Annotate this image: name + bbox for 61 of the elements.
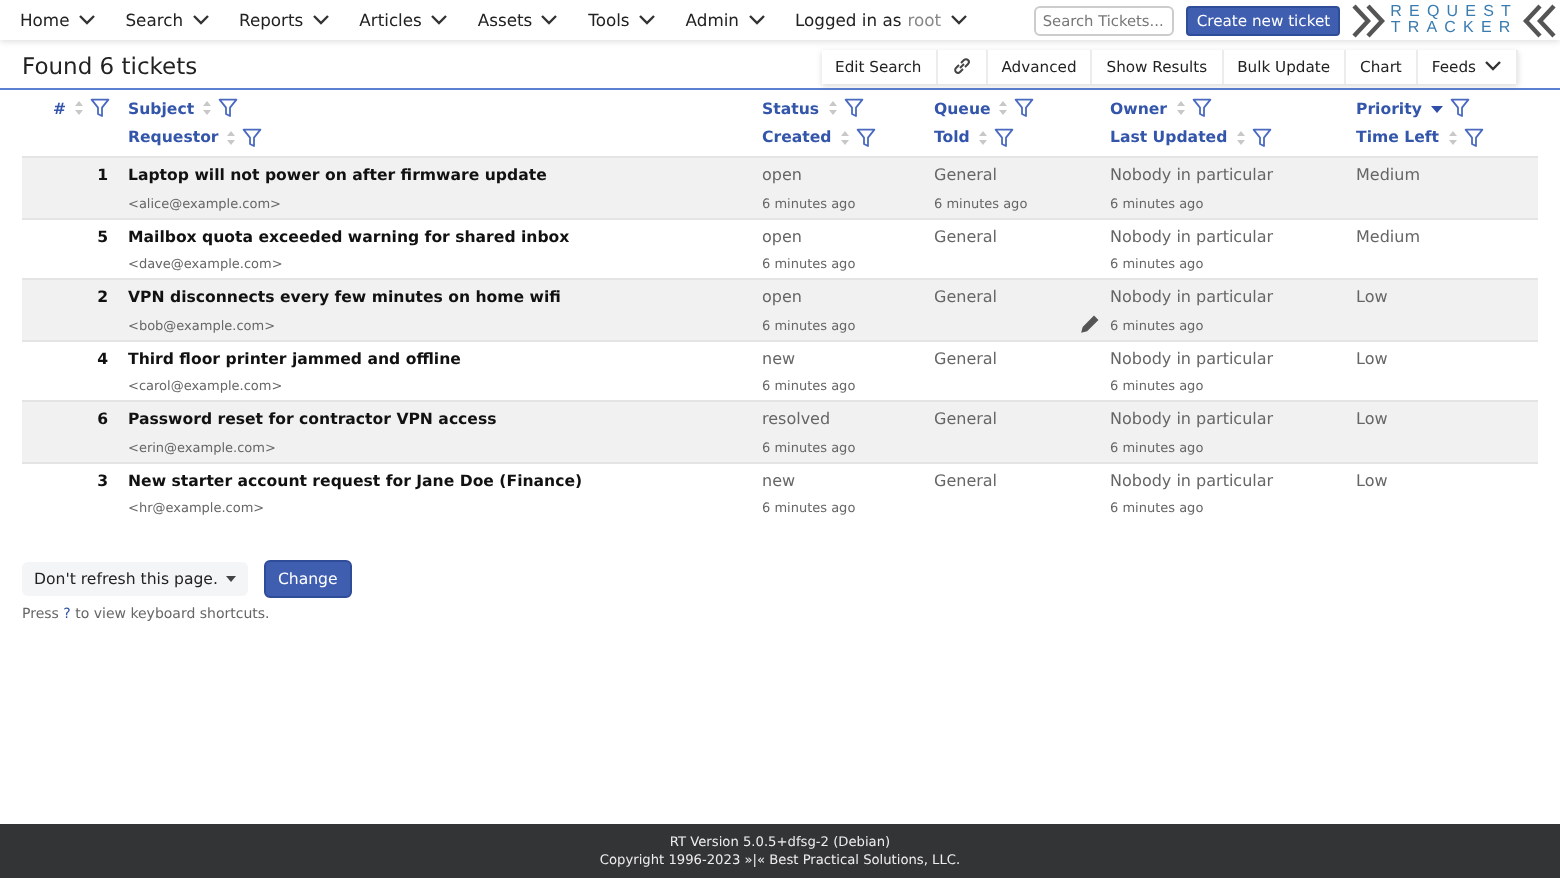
filter-icon[interactable] [1251,127,1272,148]
menu-item[interactable]: Home [20,10,96,30]
priority-text: Medium [1356,227,1420,245]
chevron-down-icon [429,14,448,26]
menu-item[interactable]: Reports [239,10,330,30]
status-text: new [762,349,796,367]
queue-text: General [934,471,998,489]
menu-item[interactable]: Assets [477,10,559,30]
status-text: open [762,166,802,184]
status-text: resolved [762,410,831,428]
sort-descending-icon[interactable] [1429,103,1444,114]
chevrons-left-icon [1522,3,1556,37]
chevron-down-icon [1484,60,1502,72]
status-text: new [762,471,796,489]
chevron-down-icon [637,14,656,26]
page-title: Found 6 tickets [22,52,198,80]
owner-text: Nobody in particular [1110,166,1274,184]
owner-text: Nobody in particular [1110,288,1274,306]
queue-text: General [934,349,998,367]
chevron-down-icon [949,14,967,26]
link-button[interactable] [937,49,988,83]
menu-item[interactable]: Articles [359,10,448,30]
owner-text: Nobody in particular [1110,471,1274,489]
priority-text: Low [1356,410,1388,428]
menu-item[interactable]: Admin [685,10,765,30]
menu-item[interactable]: Tools [588,10,656,30]
status-text: open [762,288,802,306]
filter-icon[interactable] [855,127,876,148]
queue-text: General [934,410,998,428]
priority-text: Low [1356,288,1388,306]
filter-icon[interactable] [1463,127,1483,148]
link-icon [951,56,972,76]
chevron-down-icon [311,14,330,26]
queue-text: General [934,166,998,184]
owner-text: Nobody in particular [1110,410,1274,428]
menu-item[interactable]: Search [125,10,210,30]
filter-icon[interactable] [843,98,864,119]
owner-text: Nobody in particular [1110,349,1274,367]
chevron-down-icon [77,14,96,26]
filter-icon[interactable] [242,127,263,148]
chevron-down-icon [191,14,210,26]
filter-icon[interactable] [993,127,1014,148]
filter-icon[interactable] [1014,98,1035,119]
priority-text: Medium [1356,166,1420,184]
caret-down-icon [225,576,236,582]
filter-icon[interactable] [90,98,110,119]
queue-text: General [934,288,998,306]
logged-in-menu[interactable]: Logged in as root [795,10,967,30]
filter-icon[interactable] [218,98,239,119]
chevron-down-icon [747,14,765,26]
filter-icon[interactable] [1191,98,1212,119]
priority-text: Low [1356,471,1388,489]
queue-text: General [934,227,998,245]
filter-icon[interactable] [1449,98,1470,119]
priority-text: Low [1356,349,1388,367]
status-text: open [762,227,802,245]
owner-text: Nobody in particular [1110,227,1274,245]
chevrons-right-icon [1352,3,1387,37]
pencil-icon[interactable] [1080,314,1100,334]
logo-text: REQUEST TRACKER [1390,4,1518,36]
chevron-down-icon [540,14,559,26]
